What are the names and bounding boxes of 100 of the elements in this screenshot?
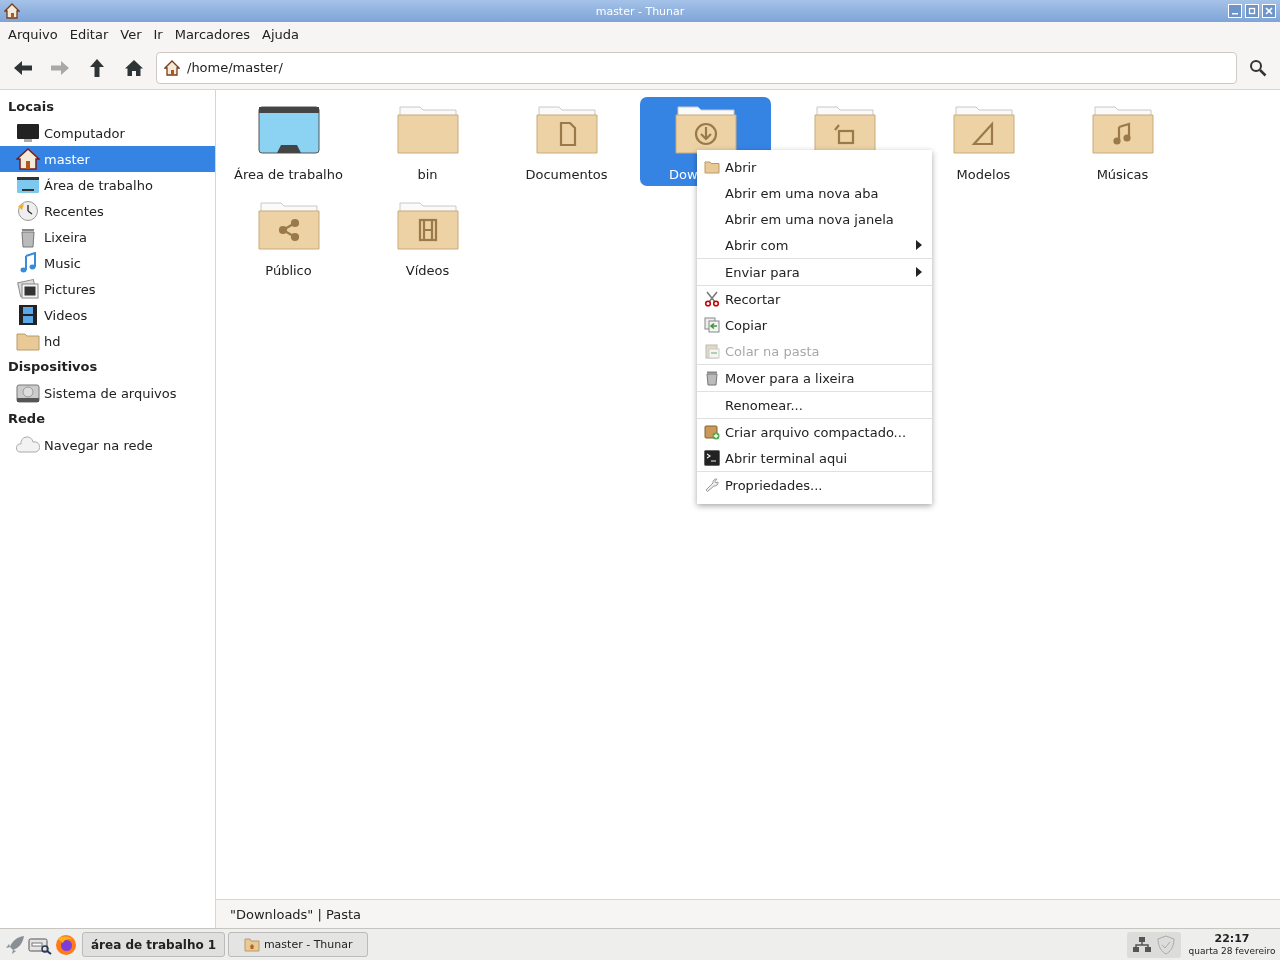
house-icon xyxy=(164,59,180,76)
close-icon xyxy=(1265,7,1273,15)
sidebar-label: Pictures xyxy=(44,281,96,297)
folder-template-icon xyxy=(951,105,1016,157)
folder-video-icon xyxy=(395,201,460,253)
folder-music-icon xyxy=(1090,105,1155,157)
menu-item[interactable]: Renomear... xyxy=(697,392,932,418)
sidebar-item[interactable]: Lixeira xyxy=(0,224,215,250)
copy-icon xyxy=(704,317,720,333)
clock-time: 22:17 xyxy=(1214,931,1250,945)
folder-item[interactable]: Documentos xyxy=(501,97,632,186)
wrench-icon xyxy=(704,477,720,493)
sidebar-label: Sistema de arquivos xyxy=(44,385,177,401)
menu-item[interactable]: Ajuda xyxy=(256,26,306,42)
trash-icon xyxy=(704,370,720,386)
network-icon[interactable] xyxy=(1133,936,1151,953)
folder-label: Músicas xyxy=(1096,167,1149,182)
menu-item[interactable]: Recortar xyxy=(697,286,932,312)
maximize-button[interactable] xyxy=(1245,4,1259,18)
folder-item[interactable]: bin xyxy=(362,97,493,186)
folder-label: Documentos xyxy=(525,167,608,182)
folder-label: Vídeos xyxy=(405,263,450,278)
task-label: master - Thunar xyxy=(263,938,353,951)
folder-label: Modelos xyxy=(956,167,1011,182)
workspace-button[interactable]: área de trabalho 1 xyxy=(82,932,226,957)
menu-item[interactable]: Marcadores xyxy=(168,26,257,42)
sidebar-item[interactable]: Videos xyxy=(0,302,215,328)
menu-item[interactable]: Criar arquivo compactado... xyxy=(697,419,932,445)
menu-item[interactable]: Abrir com xyxy=(697,232,932,258)
sidebar-label: master xyxy=(44,151,90,167)
folder-share-icon xyxy=(256,201,321,253)
menu-item[interactable]: Ver xyxy=(114,26,148,42)
window-title: master - Thunar xyxy=(595,4,685,18)
sidebar-item[interactable]: Computador xyxy=(0,120,215,146)
sidebar-label: hd xyxy=(44,333,61,349)
menu-item[interactable]: Abrir terminal aqui xyxy=(697,445,932,471)
folder-item[interactable]: Músicas xyxy=(1057,97,1188,186)
archive-icon xyxy=(704,424,720,440)
folder-plain-icon xyxy=(395,105,460,157)
sidebar-heading: Locais xyxy=(7,98,55,116)
sidebar-item[interactable]: master xyxy=(0,146,215,172)
home-icon xyxy=(123,58,144,77)
folder-document-icon xyxy=(534,105,599,157)
desktop-icon xyxy=(16,174,40,196)
close-button[interactable] xyxy=(1262,4,1276,18)
scissors-icon xyxy=(704,291,720,307)
status-text: "Downloads" | Pasta xyxy=(230,906,362,922)
menu-item[interactable]: Mover para a lixeira xyxy=(697,365,932,391)
sidebar-item[interactable]: Pictures xyxy=(0,276,215,302)
folder-label: Dow xyxy=(669,167,698,182)
house-icon xyxy=(4,3,20,19)
folder-label: Público xyxy=(265,263,312,278)
sidebar-heading: Rede xyxy=(7,410,46,428)
folder-item[interactable]: Público xyxy=(223,193,354,282)
network-icon xyxy=(16,434,40,456)
submenu-arrow-icon xyxy=(916,267,922,277)
submenu-arrow-icon xyxy=(916,240,922,250)
menu-item[interactable]: Editar xyxy=(63,26,115,42)
sidebar-item[interactable]: Área de trabalho xyxy=(0,172,215,198)
folder-icon xyxy=(704,159,720,175)
menu-item[interactable]: Ir xyxy=(147,26,169,42)
sidebar-label: Lixeira xyxy=(44,229,88,245)
sidebar-label: Navegar na rede xyxy=(44,437,153,453)
paste-icon xyxy=(704,343,720,359)
back-arrow-icon xyxy=(12,58,33,77)
sidebar-item[interactable]: Music xyxy=(0,250,215,276)
sidebar-heading: Dispositivos xyxy=(7,358,99,376)
folder-item[interactable]: Área de trabalho xyxy=(223,97,354,186)
sidebar-label: Music xyxy=(44,255,81,271)
menu-item[interactable]: Propriedades... xyxy=(697,472,932,498)
menu-item[interactable]: Copiar xyxy=(697,312,932,338)
menu-item[interactable]: Arquivo xyxy=(2,26,64,42)
task-button[interactable]: master - Thunar xyxy=(228,932,369,957)
sidebar-item[interactable]: Recentes xyxy=(0,198,215,224)
pictures-icon xyxy=(16,278,40,300)
sidebar-item[interactable]: Navegar na rede xyxy=(0,432,215,458)
path-text: /home/master/ xyxy=(187,60,283,75)
clock-date: quarta 28 fevereiro xyxy=(1188,944,1276,958)
sidebar-label: Recentes xyxy=(44,203,104,219)
home-icon xyxy=(16,148,40,170)
sidebar-item[interactable]: hd xyxy=(0,328,215,354)
recent-icon xyxy=(16,200,40,222)
minimize-button[interactable] xyxy=(1228,4,1242,18)
folder-label: Área de trabalho xyxy=(234,167,343,182)
sidebar-label: Computador xyxy=(44,125,125,141)
folder-icon xyxy=(243,937,260,952)
sidebar-label: Área de trabalho xyxy=(44,177,153,193)
sidebar-item[interactable]: Sistema de arquivos xyxy=(0,380,215,406)
sidebar-label: Videos xyxy=(44,307,88,323)
address-field[interactable]: /home/master/ xyxy=(156,51,1237,84)
menu-item[interactable]: Abrir em uma nova janela xyxy=(697,206,932,232)
folder-icon xyxy=(16,330,40,352)
menu-item[interactable]: Enviar para xyxy=(697,259,932,285)
terminal-icon xyxy=(704,450,720,466)
browser-icon[interactable] xyxy=(55,933,77,956)
computer-icon xyxy=(16,122,40,144)
folder-label: bin xyxy=(417,167,438,182)
desktop-icon xyxy=(256,105,321,157)
maximize-icon xyxy=(1248,7,1256,15)
folder-item[interactable]: Vídeos xyxy=(362,193,493,282)
